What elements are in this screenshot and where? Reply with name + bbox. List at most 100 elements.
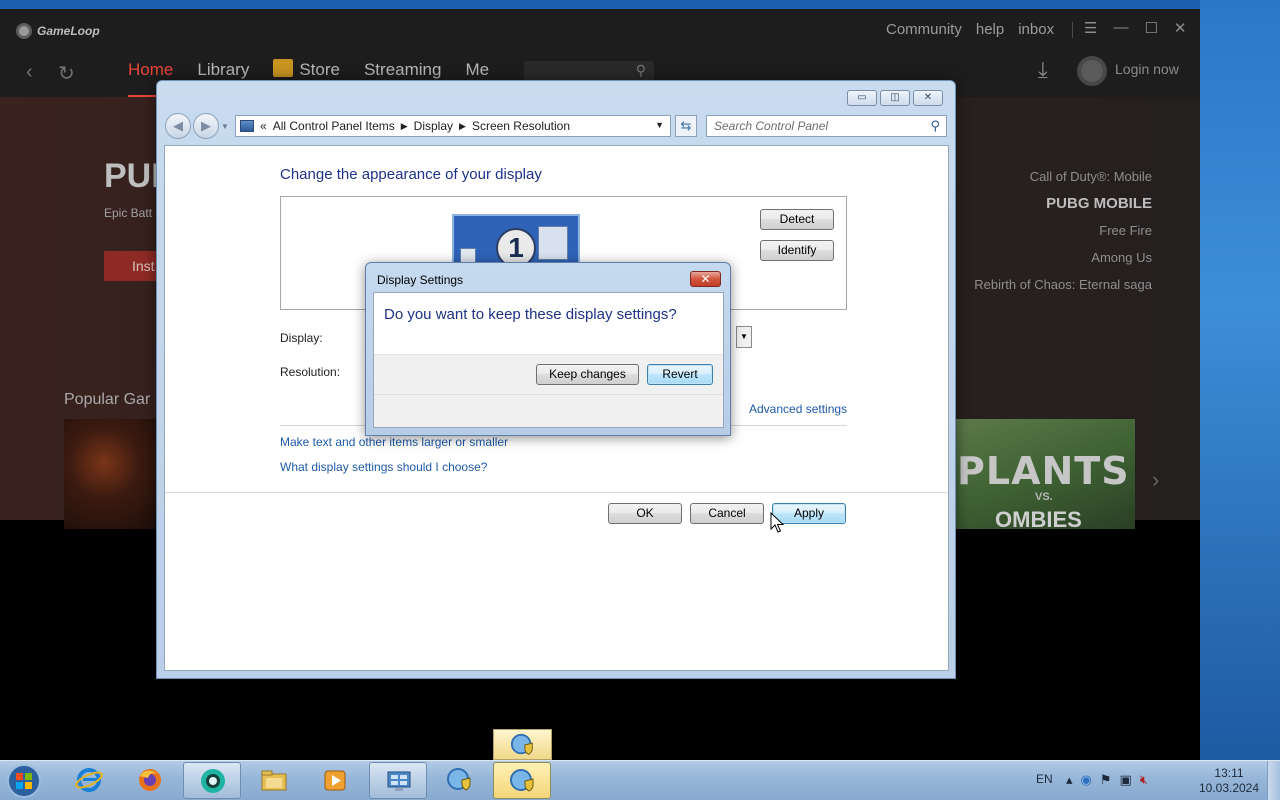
internet-explorer-icon	[75, 768, 103, 792]
breadcrumb-display[interactable]: Display	[414, 119, 453, 133]
monitor-window-icon	[538, 226, 568, 260]
control-panel-icon	[387, 771, 411, 791]
taskbar-gameloop[interactable]	[183, 762, 241, 799]
taskbar-media-player[interactable]	[306, 762, 364, 799]
taskbar-network[interactable]	[431, 762, 489, 799]
store-icon	[273, 59, 294, 77]
search-input[interactable]: Search Control Panel ⚲	[706, 115, 947, 137]
menu-icon[interactable]: ☰	[1084, 19, 1097, 37]
inbox-link[interactable]: inbox	[1018, 21, 1054, 38]
dialog-body: Do you want to keep these display settin…	[373, 292, 724, 428]
hero-subtitle: Epic Batt	[104, 206, 153, 220]
carousel-next-icon[interactable]: ›	[1152, 467, 1159, 493]
gameloop-icon	[201, 769, 225, 793]
recent-pages-chevron-down-icon[interactable]: ▼	[221, 122, 229, 139]
network-browser-icon[interactable]: ◉	[1081, 772, 1092, 788]
display-icon[interactable]: ▣	[1120, 772, 1132, 788]
network-globe-shield-icon	[510, 733, 533, 755]
network-globe-icon	[447, 768, 471, 791]
advanced-settings-link[interactable]: Advanced settings	[749, 402, 847, 416]
nav-buttons: ◀ ▶ ▼	[165, 113, 229, 139]
tray-up-arrow-icon[interactable]: ▴	[1066, 772, 1073, 788]
clock-date: 10.03.2024	[1198, 781, 1260, 795]
taskbar-internet-explorer[interactable]	[60, 762, 118, 799]
ok-button[interactable]: OK	[608, 503, 682, 524]
dialog-question: Do you want to keep these display settin…	[384, 306, 677, 323]
restore-button[interactable]: ◫	[880, 90, 910, 106]
game-list-item[interactable]: Rebirth of Chaos: Eternal saga	[974, 271, 1152, 298]
game-thumbnail-plants-vs-zombies[interactable]: PLANTS VS. OMBIES	[955, 419, 1135, 529]
taskbar-firefox[interactable]	[121, 762, 179, 799]
text-size-link[interactable]: Make text and other items larger or smal…	[280, 435, 508, 449]
detect-button[interactable]: Detect	[760, 209, 834, 230]
desktop-wallpaper-right	[1200, 0, 1280, 760]
breadcrumb-prefix[interactable]: «	[260, 119, 267, 133]
which-settings-link[interactable]: What display settings should I choose?	[280, 460, 487, 474]
install-button[interactable]: Inst	[104, 251, 164, 281]
minimize-button[interactable]: ▭	[847, 90, 877, 106]
dialog-close-button[interactable]: ✕	[690, 271, 721, 287]
identify-button[interactable]: Identify	[760, 240, 834, 261]
keep-changes-button[interactable]: Keep changes	[536, 364, 639, 385]
avatar[interactable]	[1077, 56, 1107, 86]
address-row: ◀ ▶ ▼ « All Control Panel Items ▶ Displa…	[165, 113, 949, 139]
taskbar-control-panel[interactable]	[369, 762, 427, 799]
display-dropdown[interactable]: ▼	[736, 326, 752, 348]
volume-muted-icon[interactable]: 🔇︎	[1140, 772, 1148, 788]
media-player-icon	[324, 770, 346, 791]
breadcrumb-separator-icon[interactable]: ▶	[459, 121, 466, 132]
refresh-icon[interactable]: ↻	[58, 61, 75, 86]
show-desktop-button[interactable]	[1267, 761, 1280, 800]
desktop-wallpaper-top	[0, 0, 1280, 9]
breadcrumb-screen-resolution[interactable]: Screen Resolution	[472, 119, 570, 133]
cancel-button[interactable]: Cancel	[690, 503, 764, 524]
pvz-logo-vs: VS.	[1035, 491, 1053, 503]
firefox-icon	[139, 769, 161, 791]
window-caption-buttons: ▭ ◫ ✕	[847, 90, 943, 106]
community-link[interactable]: Community	[886, 21, 962, 38]
taskbar-thumbnail-preview[interactable]	[493, 729, 552, 760]
game-list-item[interactable]: Call of Duty®: Mobile	[974, 163, 1152, 190]
display-settings-dialog: Display Settings ✕ Do you want to keep t…	[365, 262, 731, 436]
taskbar-network-active[interactable]	[493, 762, 551, 799]
game-list-item[interactable]: Among Us	[974, 244, 1152, 271]
forward-button[interactable]: ▶	[193, 113, 219, 139]
game-list-item-selected[interactable]: PUBG MOBILE	[974, 190, 1152, 217]
gameloop-window-controls: ☰ — ☐ ✕	[1084, 19, 1186, 37]
login-link[interactable]: Login now	[1115, 61, 1179, 77]
close-button[interactable]: ✕	[913, 90, 943, 106]
refresh-button[interactable]: ⇆	[675, 115, 697, 137]
file-explorer-icon	[261, 770, 287, 791]
maximize-icon[interactable]: ☐	[1144, 19, 1157, 37]
action-center-flag-icon[interactable]: ⚑	[1100, 772, 1112, 788]
search-icon[interactable]: ⚲	[636, 62, 646, 79]
address-dropdown-icon[interactable]: ▼	[655, 120, 664, 130]
gameloop-logo-icon	[16, 23, 32, 39]
gameloop-top-links: Community help inbox	[886, 21, 1054, 38]
tab-store-label: Store	[299, 60, 340, 79]
game-list-item[interactable]: Free Fire	[974, 217, 1152, 244]
start-button-windows-icon[interactable]	[4, 763, 44, 799]
dialog-bottom-panel	[374, 394, 723, 427]
control-panel-icon	[240, 120, 254, 132]
download-icon[interactable]: ⤓	[1038, 57, 1048, 83]
game-thumbnail[interactable]	[64, 419, 164, 529]
breadcrumb-separator-icon[interactable]: ▶	[401, 121, 408, 132]
search-icon[interactable]: ⚲	[930, 118, 940, 134]
featured-game-list: Call of Duty®: Mobile PUBG MOBILE Free F…	[974, 163, 1152, 298]
close-icon[interactable]: ✕	[1174, 19, 1187, 37]
page-title: Change the appearance of your display	[280, 166, 542, 183]
clock-time: 13:11	[1214, 766, 1244, 780]
taskbar-file-explorer[interactable]	[245, 762, 303, 799]
revert-button[interactable]: Revert	[647, 364, 713, 385]
back-arrow-icon[interactable]: ‹	[26, 61, 33, 84]
back-button[interactable]: ◀	[165, 113, 191, 139]
breadcrumb-all-items[interactable]: All Control Panel Items	[273, 119, 395, 133]
clock[interactable]: 13:11 10.03.2024	[1194, 766, 1264, 796]
address-bar[interactable]: « All Control Panel Items ▶ Display ▶ Sc…	[235, 115, 671, 137]
search-placeholder: Search Control Panel	[714, 119, 829, 133]
language-indicator[interactable]: EN	[1036, 772, 1053, 786]
network-globe-shield-icon	[510, 769, 534, 792]
minimize-icon[interactable]: —	[1113, 19, 1128, 37]
help-link[interactable]: help	[976, 21, 1004, 38]
